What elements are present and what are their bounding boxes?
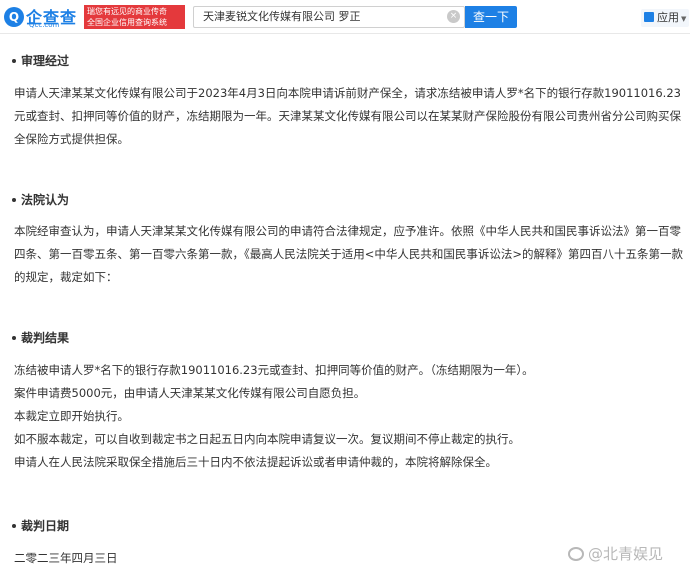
- bullet-icon: [12, 198, 16, 202]
- logo-mark-icon: Q: [4, 7, 24, 27]
- ruling-line: 本裁定立即开始执行。: [14, 409, 129, 423]
- chevron-down-icon: ▼: [681, 15, 687, 23]
- section-heading-court-opinion: 法院认为: [12, 191, 69, 208]
- section-heading-date: 裁判日期: [12, 517, 69, 534]
- court-opinion-paragraph: 本院经审查认为，申请人天津某某文化传媒有限公司的申请符合法律规定，应予准许。依照…: [14, 224, 684, 284]
- ruling-list: 冻结被申请人罗*名下的银行存款19011016.23元或查封、扣押同等价值的财产…: [14, 359, 686, 474]
- heading-text: 审理经过: [21, 54, 70, 68]
- top-bar: Q 企查查 Qcc.com 瑞您有远见的商业传奇 全国企业信用查询系统 天津麦锐…: [0, 0, 690, 34]
- slogan-line-2: 全国企业信用查询系统: [87, 18, 167, 27]
- heading-text: 裁判结果: [21, 331, 70, 345]
- weibo-icon: [568, 547, 584, 561]
- logo-domain: Qcc.com: [29, 21, 60, 29]
- ruling-line: 申请人在人民法院采取保全措施后三十日内不依法提起诉讼或者申请仲裁的，本院将解除保…: [14, 455, 497, 469]
- watermark: @北青娱见: [568, 543, 663, 564]
- heading-text: 裁判日期: [21, 519, 70, 533]
- ruling-line: 案件申请费5000元，由申请人天津某某文化传媒有限公司自愿负担。: [14, 386, 366, 400]
- app-menu-button[interactable]: 应用 ▼: [641, 9, 690, 27]
- bullet-icon: [12, 59, 16, 63]
- qcc-logo[interactable]: Q 企查查 Qcc.com: [4, 5, 80, 29]
- section-heading-review: 审理经过: [12, 52, 69, 69]
- bullet-icon: [12, 524, 16, 528]
- slogan-line-1: 瑞您有远见的商业传奇: [87, 7, 167, 16]
- search-button[interactable]: 查一下: [465, 6, 517, 28]
- clear-icon[interactable]: ×: [447, 10, 460, 23]
- section-heading-ruling: 裁判结果: [12, 329, 69, 346]
- app-menu-label: 应用: [657, 11, 679, 24]
- ruling-line: 如不服本裁定，可以自收到裁定书之日起五日内向本院申请复议一次。复议期间不停止裁定…: [14, 432, 520, 446]
- watermark-text: @北青娱见: [588, 545, 664, 563]
- search-input[interactable]: 天津麦锐文化传媒有限公司 罗正: [193, 6, 465, 28]
- bullet-icon: [12, 336, 16, 340]
- slogan-banner: 瑞您有远见的商业传奇 全国企业信用查询系统: [84, 5, 185, 29]
- heading-text: 法院认为: [21, 193, 70, 207]
- ruling-line: 冻结被申请人罗*名下的银行存款19011016.23元或查封、扣押同等价值的财产…: [14, 363, 534, 377]
- grid-icon: [644, 12, 654, 22]
- review-paragraph: 申请人天津某某文化传媒有限公司于2023年4月3日向本院申请诉前财产保全，请求冻…: [14, 86, 681, 146]
